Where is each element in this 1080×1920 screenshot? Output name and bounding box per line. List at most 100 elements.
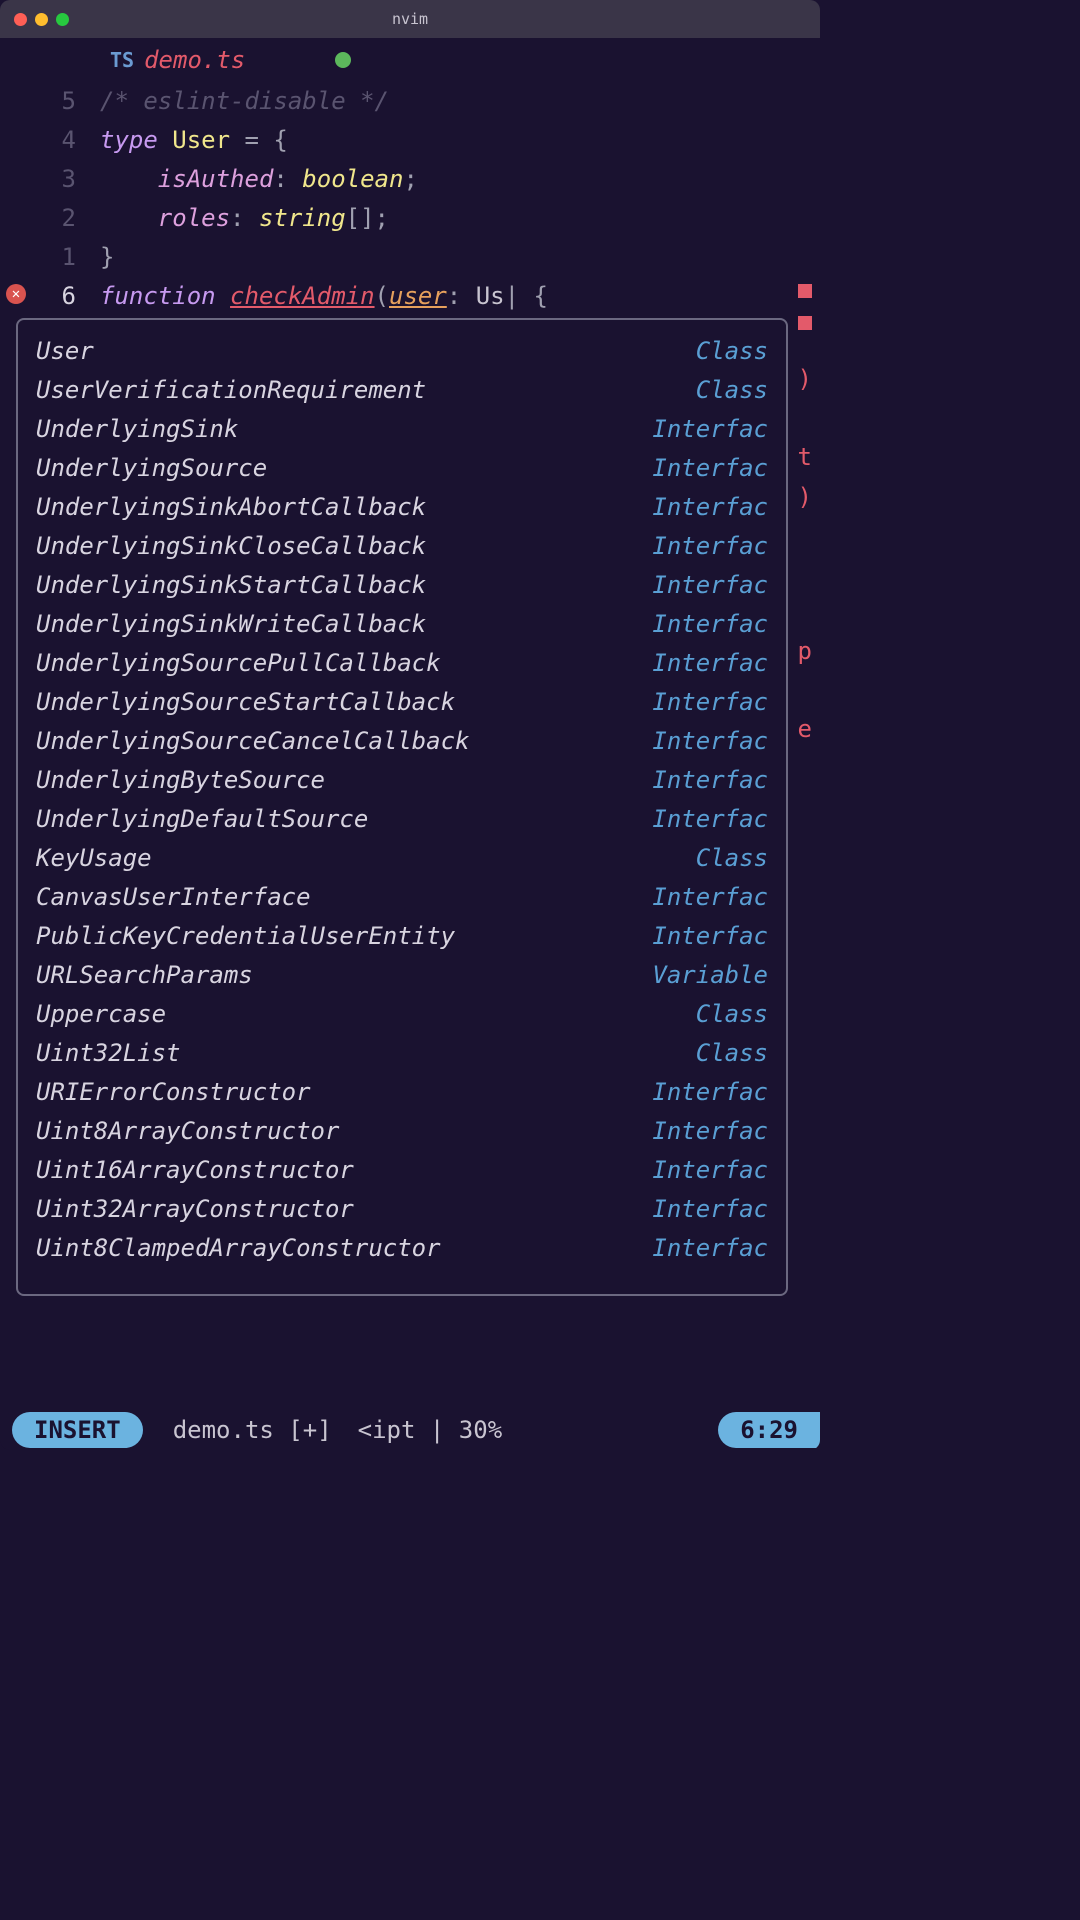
completion-name: URLSearchParams [36,956,253,995]
completion-kind: Interfac [652,1112,768,1151]
completion-item[interactable]: Uint16ArrayConstructor Interfac [36,1151,768,1190]
completion-name: UnderlyingSinkWriteCallback [36,605,426,644]
code-content[interactable]: type User = { [100,121,820,160]
overflow-char: ) [798,360,812,399]
error-icon[interactable]: ✕ [6,284,26,304]
completion-item[interactable]: UnderlyingDefaultSource Interfac [36,800,768,839]
completion-item[interactable]: Uint32ArrayConstructorInterfac [36,1190,768,1229]
completion-item[interactable]: UserVerificationRequirement Class [36,371,768,410]
completion-name: UnderlyingSinkCloseCallback [36,527,426,566]
overflow-char: p [798,632,812,671]
code-line[interactable]: 1} [0,238,820,277]
code-content[interactable]: isAuthed: boolean; [100,160,820,199]
completion-item[interactable]: Uint8ArrayConstructorInterfac [36,1112,768,1151]
completion-name: UnderlyingDefaultSource [36,800,368,839]
completion-name: UnderlyingSinkStartCallback [36,566,426,605]
completion-name: URIErrorConstructor [36,1073,311,1112]
titlebar: nvim [0,0,820,38]
error-marker-icon [798,316,812,330]
completion-kind: Interfac [652,1190,768,1229]
completion-kind: Interfac [652,605,768,644]
completion-item[interactable]: Uint32ListClass [36,1034,768,1073]
completion-kind: Class [696,371,768,410]
close-icon[interactable] [14,13,27,26]
gutter-margin: ✕ [0,80,32,304]
minimize-icon[interactable] [35,13,48,26]
modified-indicator-icon [335,52,351,68]
completion-item[interactable]: URLSearchParams Variable [36,956,768,995]
completion-name: Uint16ArrayConstructor [36,1151,354,1190]
editor-area[interactable]: ✕ 5/* eslint-disable */4type User = {3 i… [0,80,820,1410]
completion-item[interactable]: UnderlyingSinkCloseCallback Interfac [36,527,768,566]
mode-indicator: INSERT [12,1412,143,1448]
completion-item[interactable]: UnderlyingSourceCancelCallbackInterfac [36,722,768,761]
completion-item[interactable]: UnderlyingSinkStartCallback Interfac [36,566,768,605]
status-filename: demo.ts [+] [173,1416,332,1444]
window-title: nvim [392,10,428,28]
completion-name: UnderlyingSource [36,449,267,488]
completion-item[interactable]: CanvasUserInterface Interfac [36,878,768,917]
code-line[interactable]: 6function checkAdmin(user: Us| { [0,277,820,316]
completion-item[interactable]: UnderlyingByteSource Interfac [36,761,768,800]
completion-kind: Interfac [652,761,768,800]
code-line[interactable]: 3 isAuthed: boolean; [0,160,820,199]
completion-kind: Variable [652,956,768,995]
completion-kind: Interfac [652,1151,768,1190]
tab-filename: demo.ts [144,46,245,74]
completion-item[interactable]: UnderlyingSinkWriteCallback Interfac [36,605,768,644]
completion-popup[interactable]: User Class UserVerificationRequirement Clas… [16,318,788,1296]
completion-kind: Interfac [652,917,768,956]
completion-name: Uint8ClampedArrayConstructor [36,1229,441,1268]
completion-item[interactable]: KeyUsage Class [36,839,768,878]
completion-item[interactable]: PublicKeyCredentialUserEntity Interfac [36,917,768,956]
completion-kind: Interfac [652,1229,768,1268]
completion-name: UserVerificationRequirement [36,371,426,410]
code-line[interactable]: 4type User = { [0,121,820,160]
completion-name: UnderlyingByteSource [36,761,325,800]
completion-kind: Class [696,332,768,371]
completion-kind: Interfac [652,1073,768,1112]
cursor-position: 6:29 [718,1412,820,1448]
code-content[interactable]: /* eslint-disable */ [100,82,820,121]
completion-name: UnderlyingSink [36,410,238,449]
completion-kind: Interfac [652,644,768,683]
completion-kind: Interfac [652,527,768,566]
tab-demo-ts[interactable]: TS demo.ts [110,46,351,74]
code-content[interactable]: } [100,238,820,277]
completion-item[interactable]: User Class [36,332,768,371]
completion-kind: Interfac [652,683,768,722]
completion-kind: Interfac [652,878,768,917]
completion-item[interactable]: UnderlyingSourceStartCallback Interfac [36,683,768,722]
tabbar: TS demo.ts [0,38,820,80]
completion-item[interactable]: UnderlyingSourceInterfac [36,449,768,488]
completion-name: UnderlyingSourceStartCallback [36,683,455,722]
completion-kind: Interfac [652,800,768,839]
completion-name: KeyUsage [36,839,152,878]
completion-kind: Interfac [652,566,768,605]
completion-name: User [36,332,94,371]
completion-item[interactable]: UnderlyingSinkInterfac [36,410,768,449]
typescript-icon: TS [110,48,134,72]
completion-item[interactable]: UppercaseClass [36,995,768,1034]
completion-item[interactable]: Uint8ClampedArrayConstructor Interfac [36,1229,768,1268]
completion-name: UnderlyingSourcePullCallback [36,644,441,683]
completion-item[interactable]: UnderlyingSinkAbortCallback Interfac [36,488,768,527]
code-line[interactable]: 5/* eslint-disable */ [0,82,820,121]
completion-name: UnderlyingSinkAbortCallback [36,488,426,527]
status-filetype: <ipt | 30% [358,1416,503,1444]
completion-item[interactable]: UnderlyingSourcePullCallback Interfac [36,644,768,683]
completion-kind: Interfac [652,488,768,527]
code-line[interactable]: 2 roles: string[]; [0,199,820,238]
scrollbar-markers [798,284,812,330]
completion-item[interactable]: URIErrorConstructor Interfac [36,1073,768,1112]
code-content[interactable]: roles: string[]; [100,199,820,238]
maximize-icon[interactable] [56,13,69,26]
completion-name: PublicKeyCredentialUserEntity [36,917,455,956]
completion-kind: Class [696,839,768,878]
completion-name: UnderlyingSourceCancelCallback [36,722,469,761]
overflow-char: ) [798,478,812,517]
completion-name: CanvasUserInterface [36,878,311,917]
traffic-lights [14,13,69,26]
completion-name: Uint32List [36,1034,181,1073]
code-content[interactable]: function checkAdmin(user: Us| { [100,277,820,316]
